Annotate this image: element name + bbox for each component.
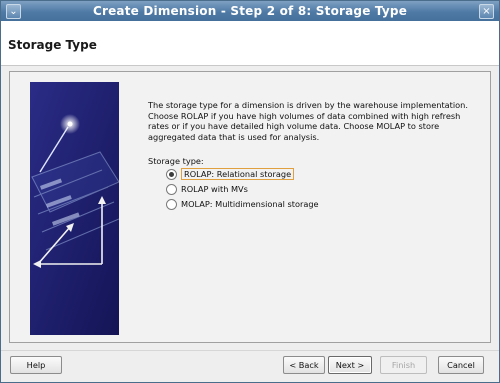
radio-label: ROLAP with MVs (181, 184, 248, 194)
dialog-window: ⌄ Create Dimension - Step 2 of 8: Storag… (0, 0, 500, 383)
footer-divider (1, 350, 499, 351)
radio-label: MOLAP: Multidimensional storage (181, 199, 319, 209)
description-text: The storage type for a dimension is driv… (148, 100, 468, 142)
next-button[interactable]: Next > (328, 356, 372, 374)
close-button[interactable]: × (479, 4, 494, 19)
close-icon: × (482, 6, 491, 17)
page-header: Storage Type (1, 21, 499, 66)
help-button[interactable]: Help (10, 356, 62, 374)
content-panel: The storage type for a dimension is driv… (9, 71, 491, 343)
storage-type-label: Storage type: (148, 156, 204, 166)
radio-option-rolap[interactable]: ROLAP: Relational storage (166, 167, 295, 181)
wizard-side-image (30, 82, 119, 335)
radio-option-molap[interactable]: MOLAP: Multidimensional storage (166, 197, 319, 211)
radio-button[interactable] (166, 183, 177, 195)
page-title: Storage Type (8, 38, 97, 52)
cancel-button[interactable]: Cancel (438, 356, 484, 374)
finish-button[interactable]: Finish (380, 356, 427, 374)
window-title: Create Dimension - Step 2 of 8: Storage … (92, 4, 408, 18)
radio-label: ROLAP: Relational storage (181, 168, 295, 180)
title-bar[interactable]: ⌄ Create Dimension - Step 2 of 8: Storag… (1, 1, 499, 21)
radio-option-rolap-mvs[interactable]: ROLAP with MVs (166, 182, 248, 196)
radio-button-checked[interactable] (166, 168, 177, 180)
back-button[interactable]: < Back (283, 356, 325, 374)
wizard-illustration-icon (30, 82, 119, 335)
radio-button[interactable] (166, 198, 177, 210)
